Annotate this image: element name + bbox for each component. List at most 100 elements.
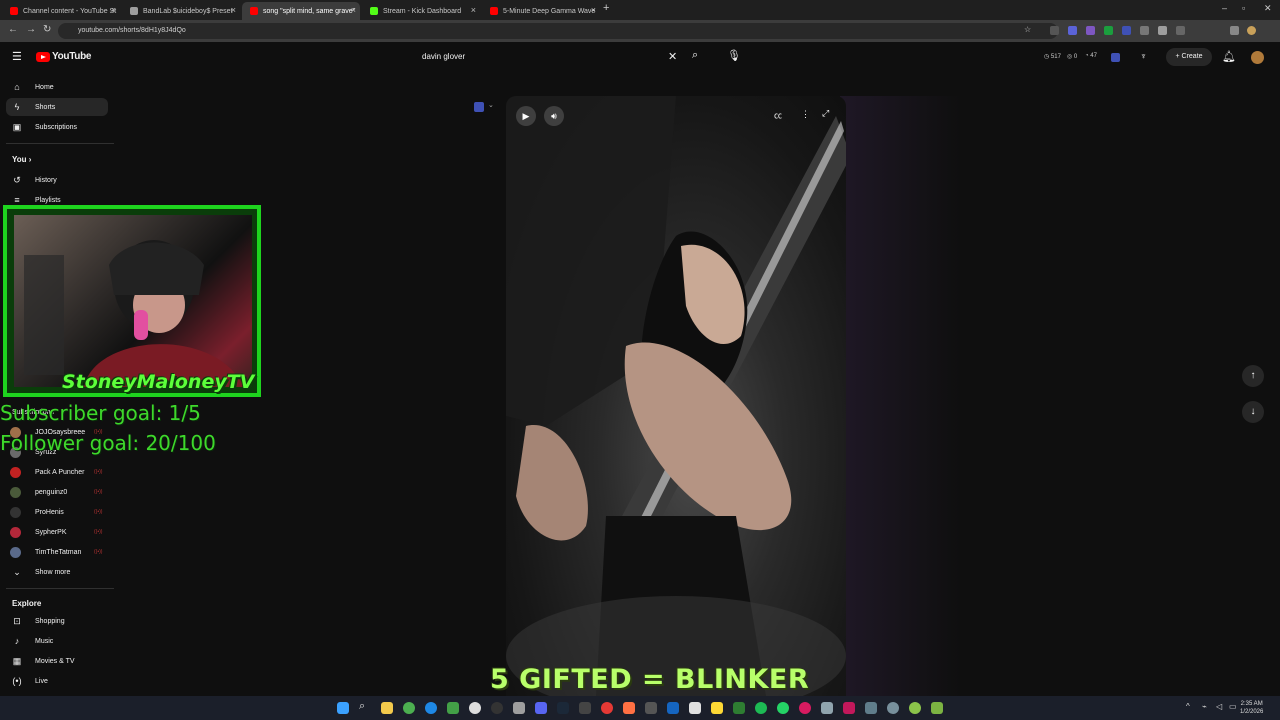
app-icon[interactable] [711, 702, 723, 714]
browser-tab[interactable]: 5-Minute Deep Gamma Wave × [482, 2, 600, 20]
subscription-item[interactable]: TimTheTatman ((•)) [10, 545, 102, 559]
minimize-icon[interactable]: – [1222, 3, 1227, 13]
start-menu-icon[interactable] [337, 702, 349, 714]
sidebar-item-subscriptions[interactable]: ▣ Subscriptions [6, 118, 108, 136]
more-options-icon[interactable]: ⋮ [801, 109, 810, 120]
reload-icon[interactable]: ↻ [43, 24, 51, 35]
create-button[interactable]: + Create [1166, 48, 1212, 66]
microphone-icon[interactable]: 🎙 [727, 49, 741, 62]
sidebar-item-movies[interactable]: ▦ Movies & TV [6, 652, 108, 670]
notifications-bell-icon[interactable]: 🔔︎ [1222, 50, 1236, 63]
chevron-up-icon[interactable]: ^ [1186, 702, 1190, 711]
address-bar[interactable]: youtube.com/shorts/8dH1y8J4dQo [58, 23, 1058, 39]
whatsapp-icon[interactable] [777, 702, 789, 714]
close-tab-icon[interactable]: × [471, 5, 476, 15]
shorts-video-player[interactable]: ▶ 🔊︎ ㏄ ⋮ ⤢ [506, 96, 846, 696]
you-section-title[interactable]: You › [12, 155, 31, 164]
app-icon[interactable] [513, 702, 525, 714]
chevron-down-icon[interactable]: ⌄ [488, 101, 494, 109]
subscription-item[interactable]: ProHenis ((•)) [10, 505, 102, 519]
close-tab-icon[interactable]: × [111, 5, 116, 15]
bandlab-favicon-icon [130, 7, 138, 15]
search-icon[interactable]: ⌕ [359, 700, 371, 712]
file-explorer-icon[interactable] [381, 702, 393, 714]
browser-tab[interactable]: Channel content - YouTube St × [2, 2, 120, 20]
captions-icon[interactable]: ㏄ [774, 110, 782, 121]
browser-tab-active[interactable]: song "split mind, same grave" × [242, 2, 360, 20]
next-short-button[interactable]: ↓ [1242, 401, 1264, 423]
maximize-icon[interactable]: ▫ [1242, 3, 1245, 13]
extension-icon[interactable] [1140, 26, 1149, 35]
browser-tab[interactable]: BandLab $uicideboy$ Preset × [122, 2, 240, 20]
play-button[interactable]: ▶ [516, 106, 536, 126]
forward-icon[interactable]: → [26, 24, 36, 35]
new-tab-button[interactable]: + [603, 2, 609, 14]
close-tab-icon[interactable]: × [231, 5, 236, 15]
spotify-icon[interactable] [755, 702, 767, 714]
bookmark-star-icon[interactable]: ☆ [1024, 25, 1031, 34]
app-icon[interactable] [821, 702, 833, 714]
discord-icon[interactable] [535, 702, 547, 714]
app-icon[interactable] [799, 702, 811, 714]
close-tab-icon[interactable]: × [351, 5, 356, 15]
app-icon[interactable] [645, 702, 657, 714]
volume-button[interactable]: 🔊︎ [544, 106, 564, 126]
app-icon[interactable] [667, 702, 679, 714]
back-icon[interactable]: ← [8, 24, 18, 35]
hamburger-menu-icon[interactable]: ☰ [12, 50, 22, 63]
app-icon[interactable] [579, 702, 591, 714]
sidebar-item-live[interactable]: (•) Live [6, 672, 108, 690]
fullscreen-icon[interactable]: ⤢ [822, 108, 829, 119]
sidebar-item-shopping[interactable]: ⊡ Shopping [6, 612, 108, 630]
close-window-icon[interactable]: ✕ [1264, 3, 1272, 14]
app-icon[interactable] [601, 702, 613, 714]
show-more-button[interactable]: ⌄ Show more [6, 563, 108, 581]
search-icon[interactable]: ⌕ [692, 49, 698, 62]
network-icon[interactable]: ⌁ [1202, 702, 1207, 711]
volume-icon[interactable]: ◁ [1216, 702, 1222, 711]
battery-icon[interactable]: ▭ [1229, 702, 1237, 711]
extensions-puzzle-icon[interactable] [1176, 26, 1185, 35]
sidebar-item-shorts[interactable]: ϟ Shorts [6, 98, 108, 116]
settings-icon[interactable] [887, 702, 899, 714]
extension-icon[interactable] [1104, 26, 1113, 35]
extension-icon[interactable] [1158, 26, 1167, 35]
app-icon[interactable] [623, 702, 635, 714]
browser-tab[interactable]: Stream - Kick Dashboard × [362, 2, 480, 20]
extension-icon[interactable] [1050, 26, 1059, 35]
chrome-icon[interactable] [403, 702, 415, 714]
trophy-icon[interactable]: ♆ [1140, 51, 1147, 61]
app-icon[interactable] [909, 702, 921, 714]
clear-search-icon[interactable]: ✕ [668, 50, 677, 63]
extension-overlay-icon[interactable] [474, 102, 484, 112]
subscription-item[interactable]: SypherPK ((•)) [10, 525, 102, 539]
extension-icon[interactable] [1122, 26, 1131, 35]
previous-short-button[interactable]: ↑ [1242, 365, 1264, 387]
app-icon[interactable] [865, 702, 877, 714]
account-avatar[interactable] [1251, 51, 1264, 64]
profile-avatar[interactable] [1247, 26, 1256, 35]
system-clock[interactable]: 2:35 AM 1/2/2026 [1240, 700, 1263, 716]
youtube-logo-text[interactable]: YouTube [52, 51, 92, 62]
sidebar-item-music[interactable]: ♪ Music [6, 632, 108, 650]
extension-icon[interactable] [1086, 26, 1095, 35]
close-tab-icon[interactable]: × [591, 5, 596, 15]
steam-icon[interactable] [557, 702, 569, 714]
extension-icon[interactable] [1111, 53, 1120, 62]
sidebar-item-history[interactable]: ↺ History [6, 171, 108, 189]
edge-icon[interactable] [425, 702, 437, 714]
app-icon[interactable] [733, 702, 745, 714]
xbox-icon[interactable] [447, 702, 459, 714]
subscription-item[interactable]: Pack A Puncher ((•)) [10, 465, 102, 479]
app-icon[interactable] [843, 702, 855, 714]
sidebar-item-home[interactable]: ⌂ Home [6, 78, 108, 96]
extension-icon[interactable] [1068, 26, 1077, 35]
app-icon[interactable] [689, 702, 701, 714]
search-input[interactable]: davin glover [414, 47, 686, 67]
youtube-logo-icon[interactable] [36, 52, 50, 62]
menu-icon[interactable] [1230, 26, 1239, 35]
obs-icon[interactable] [491, 702, 503, 714]
app-icon[interactable] [469, 702, 481, 714]
app-icon[interactable] [931, 702, 943, 714]
subscription-item[interactable]: penguinz0 ((•)) [10, 485, 102, 499]
